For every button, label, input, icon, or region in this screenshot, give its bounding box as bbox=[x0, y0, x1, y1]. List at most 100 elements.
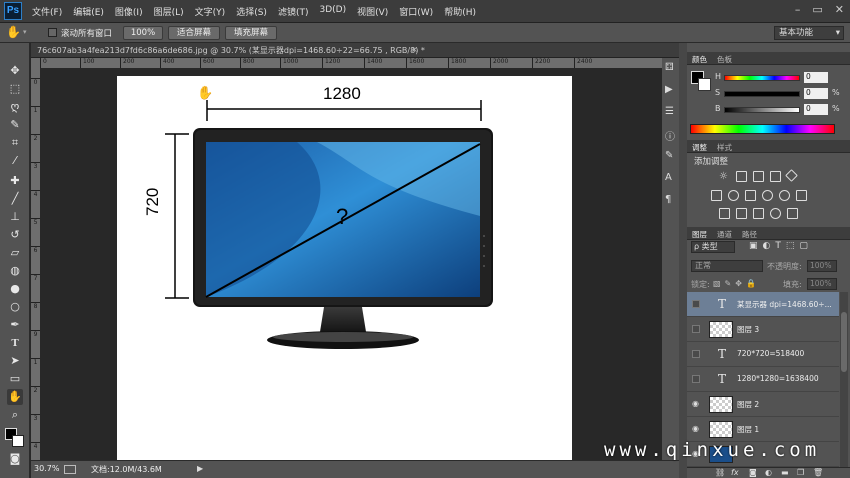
pen-tool-icon[interactable]: ✒ bbox=[7, 317, 23, 333]
character-icon[interactable]: A bbox=[665, 172, 672, 183]
history-brush-tool-icon[interactable]: ↺ bbox=[7, 227, 23, 243]
tab-color[interactable]: 颜色 bbox=[692, 54, 707, 65]
document-canvas[interactable]: 1280 720 ? ✋ bbox=[117, 76, 572, 460]
opacity-input[interactable]: 100% bbox=[807, 260, 837, 272]
eyedropper-tool-icon[interactable]: ⁄ bbox=[7, 153, 23, 169]
zoom-level[interactable]: 30.7% bbox=[34, 464, 59, 473]
saturation-value[interactable]: 0 bbox=[804, 88, 828, 99]
brightness-adjust-icon[interactable]: ☼ bbox=[719, 171, 730, 182]
brightness-slider[interactable] bbox=[724, 107, 800, 113]
color-spectrum-bar[interactable] bbox=[690, 124, 835, 134]
lock-icons[interactable]: ▧✎✥🔒 bbox=[713, 279, 760, 288]
color-lookup-adjust-icon[interactable] bbox=[796, 190, 807, 201]
quick-mask-icon[interactable]: ◙ bbox=[7, 451, 23, 467]
paint-bucket-tool-icon[interactable]: ◍ bbox=[7, 263, 23, 279]
marquee-tool-icon[interactable]: ⬚ bbox=[7, 81, 23, 97]
color-balance-adjust-icon[interactable] bbox=[728, 190, 739, 201]
curves-adjust-icon[interactable] bbox=[753, 171, 764, 182]
history-icon[interactable]: ⚃ bbox=[665, 62, 674, 73]
scroll-all-checkbox[interactable] bbox=[48, 28, 57, 37]
brush-tool-icon[interactable]: ╱ bbox=[7, 191, 23, 207]
background-color-swatch[interactable] bbox=[12, 435, 24, 447]
black-white-adjust-icon[interactable] bbox=[745, 190, 756, 201]
gradient-map-adjust-icon[interactable] bbox=[787, 208, 798, 219]
fit-screen-button[interactable]: 适合屏幕 bbox=[168, 26, 220, 40]
menu-layer[interactable]: 图层(L) bbox=[154, 5, 184, 18]
channel-mixer-adjust-icon[interactable] bbox=[779, 190, 790, 201]
eye-icon[interactable]: ◉ bbox=[692, 425, 700, 433]
brush-panel-icon[interactable]: ✎ bbox=[665, 150, 673, 161]
mask-icon[interactable]: ◙ bbox=[749, 468, 757, 477]
close-button[interactable]: ✕ bbox=[835, 3, 844, 16]
menu-3d[interactable]: 3D(D) bbox=[319, 5, 346, 18]
dodge-tool-icon[interactable]: ○ bbox=[7, 299, 23, 315]
layers-scrollbar[interactable] bbox=[840, 292, 848, 467]
eye-icon[interactable]: ◉ bbox=[692, 400, 700, 408]
chevron-down-icon[interactable]: ▾ bbox=[23, 28, 31, 36]
menu-type[interactable]: 文字(Y) bbox=[195, 5, 226, 18]
selective-color-adjust-icon[interactable] bbox=[770, 208, 781, 219]
menu-edit[interactable]: 编辑(E) bbox=[73, 5, 104, 18]
paragraph-icon[interactable]: ¶ bbox=[665, 194, 671, 205]
link-icon[interactable]: ⛓ bbox=[715, 468, 725, 477]
close-tab-icon[interactable]: × bbox=[411, 45, 418, 54]
menu-view[interactable]: 视图(V) bbox=[357, 5, 388, 18]
hue-value[interactable]: 0 bbox=[804, 72, 828, 83]
photo-filter-adjust-icon[interactable] bbox=[762, 190, 773, 201]
exposure-adjust-icon[interactable] bbox=[770, 171, 781, 182]
trash-icon[interactable]: 🗑 bbox=[813, 468, 823, 477]
clone-stamp-tool-icon[interactable]: ⊥ bbox=[7, 209, 23, 225]
new-layer-icon[interactable]: ❐ bbox=[797, 468, 804, 477]
levels-adjust-icon[interactable] bbox=[736, 171, 747, 182]
visibility-toggle[interactable] bbox=[692, 325, 700, 333]
invert-adjust-icon[interactable] bbox=[719, 208, 730, 219]
tab-adjustments[interactable]: 调整 bbox=[692, 142, 707, 153]
visibility-toggle[interactable] bbox=[692, 300, 700, 308]
layer-filter-select[interactable]: ρ 类型 bbox=[691, 241, 735, 253]
tab-channels[interactable]: 通道 bbox=[717, 229, 732, 240]
adjustment-icon[interactable]: ◐ bbox=[765, 468, 772, 477]
blur-tool-icon[interactable]: ● bbox=[7, 281, 23, 297]
actions-icon[interactable]: ▶ bbox=[665, 84, 673, 95]
fill-screen-button[interactable]: 填充屏幕 bbox=[225, 26, 277, 40]
lasso-tool-icon[interactable]: ღ bbox=[7, 99, 23, 115]
type-tool-icon[interactable]: T bbox=[7, 335, 23, 351]
move-tool-icon[interactable]: ✥ bbox=[7, 63, 23, 79]
background-swatch[interactable] bbox=[698, 78, 711, 91]
hand-tool-icon[interactable]: ✋ bbox=[7, 389, 23, 405]
menu-window[interactable]: 窗口(W) bbox=[399, 5, 433, 18]
layer-row[interactable]: 图层 3 bbox=[687, 317, 839, 342]
eraser-tool-icon[interactable]: ▱ bbox=[7, 245, 23, 261]
tab-layers[interactable]: 图层 bbox=[692, 229, 707, 240]
status-menu-arrow[interactable]: ▶ bbox=[197, 464, 203, 473]
status-icon[interactable] bbox=[64, 465, 76, 474]
visibility-toggle[interactable] bbox=[692, 375, 700, 383]
saturation-slider[interactable] bbox=[724, 91, 800, 97]
layer-row[interactable]: ◉ 图层 2 bbox=[687, 392, 839, 417]
tab-swatches[interactable]: 色板 bbox=[717, 54, 732, 65]
vibrance-adjust-icon[interactable] bbox=[785, 169, 798, 182]
quick-select-tool-icon[interactable]: ✎ bbox=[7, 117, 23, 133]
document-tab[interactable]: 76c607ab3a4fea213d7fd6c86a6de686.jpg @ 3… bbox=[37, 45, 425, 56]
restore-button[interactable]: ▭ bbox=[812, 3, 822, 16]
info-icon[interactable]: ⓘ bbox=[665, 128, 675, 143]
properties-icon[interactable]: ☰ bbox=[665, 106, 674, 117]
tab-styles[interactable]: 样式 bbox=[717, 142, 732, 153]
zoom-100-button[interactable]: 100% bbox=[123, 26, 163, 40]
menu-file[interactable]: 文件(F) bbox=[32, 5, 62, 18]
layer-row[interactable]: T 720*720=518400 bbox=[687, 342, 839, 367]
posterize-adjust-icon[interactable] bbox=[736, 208, 747, 219]
menu-filter[interactable]: 滤镜(T) bbox=[278, 5, 309, 18]
layer-row[interactable]: T 1280*1280=1638400 bbox=[687, 367, 839, 392]
layer-row[interactable]: T 某显示器 dpi=1468.60÷... bbox=[687, 292, 839, 317]
hue-sat-adjust-icon[interactable] bbox=[711, 190, 722, 201]
fx-icon[interactable]: fx bbox=[731, 468, 739, 477]
workspace-select[interactable]: 基本功能 ▾ bbox=[774, 26, 844, 40]
tab-paths[interactable]: 路径 bbox=[742, 229, 757, 240]
path-select-tool-icon[interactable]: ➤ bbox=[7, 353, 23, 369]
zoom-tool-icon[interactable]: ⌕ bbox=[7, 407, 23, 423]
threshold-adjust-icon[interactable] bbox=[753, 208, 764, 219]
menu-image[interactable]: 图像(I) bbox=[115, 5, 143, 18]
healing-brush-tool-icon[interactable]: ✚ bbox=[7, 173, 23, 189]
shape-tool-icon[interactable]: ▭ bbox=[7, 371, 23, 387]
